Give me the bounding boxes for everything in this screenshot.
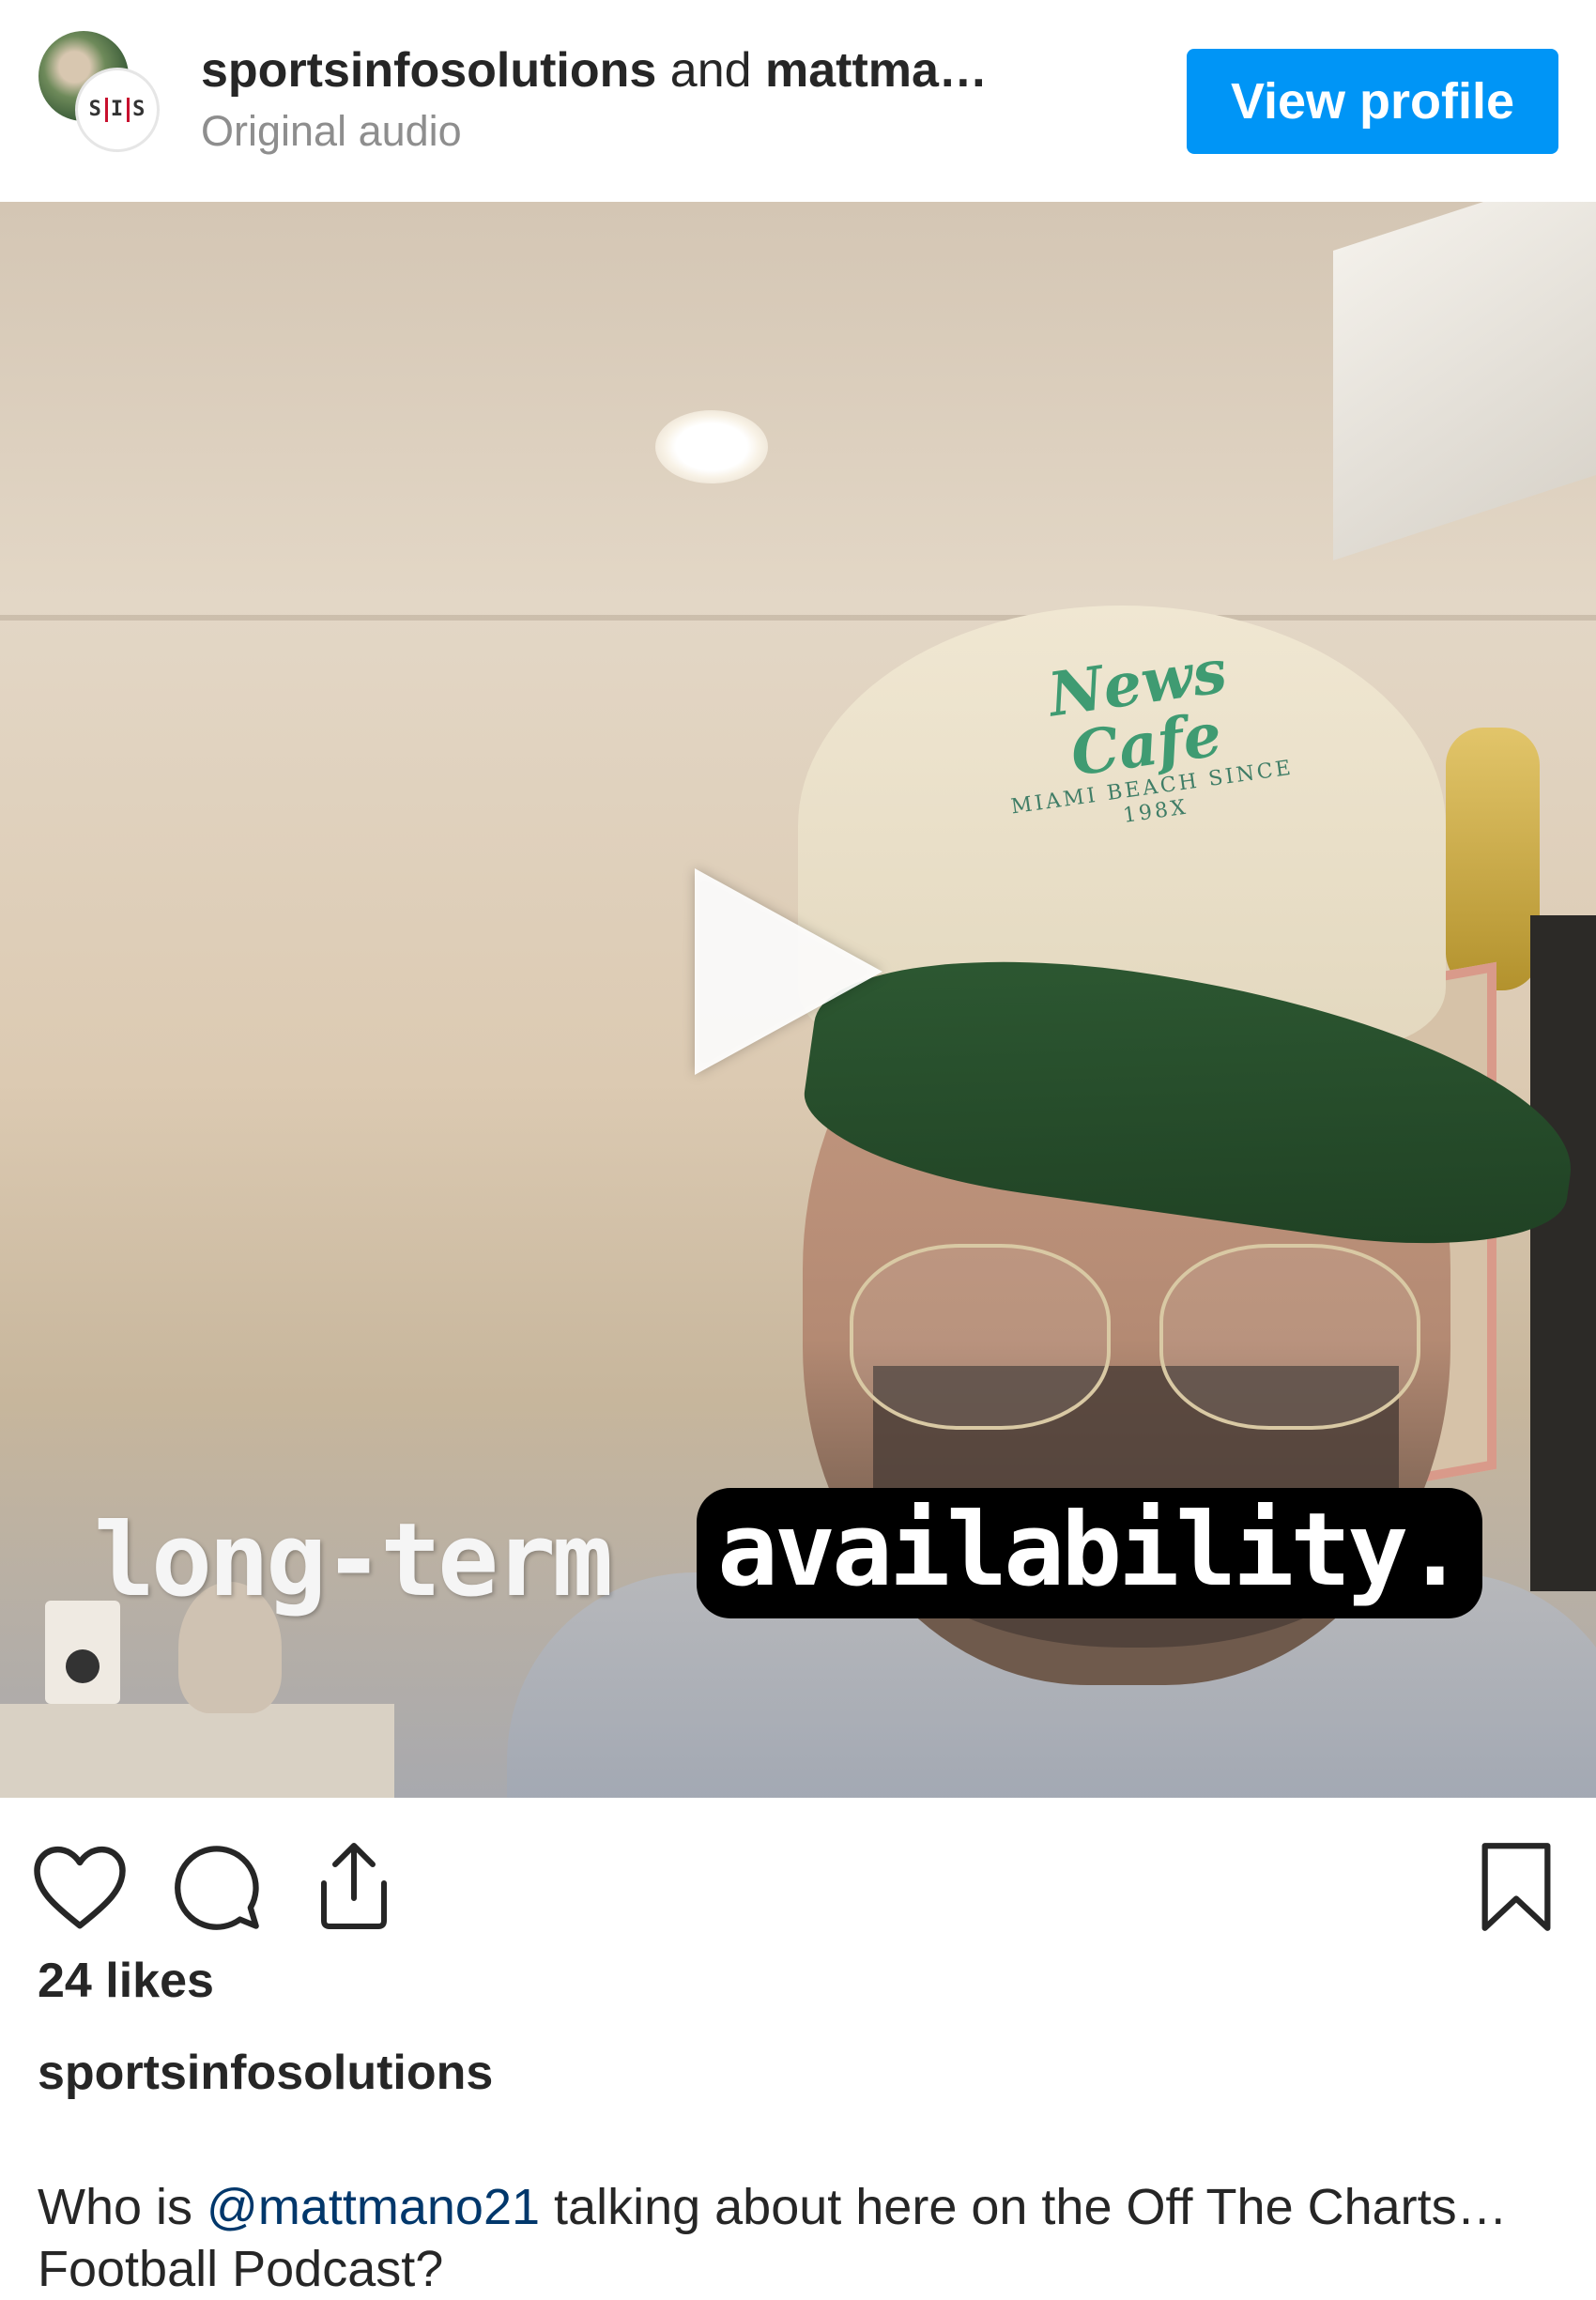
caption-username[interactable]: sportsinfosolutions (38, 2045, 493, 2101)
caption-suffix: talking about here on the Off The Charts… (540, 2179, 1508, 2235)
dark-frame (1530, 915, 1596, 1591)
action-bar (0, 1798, 1596, 1939)
audio-label[interactable]: Original audio (201, 105, 462, 158)
heart-icon[interactable] (28, 1835, 131, 1939)
bookmark-icon[interactable] (1465, 1835, 1568, 1939)
caption-mention-link[interactable]: @mattmano21 (207, 2179, 540, 2235)
glasses (850, 1244, 1450, 1450)
video-player[interactable]: News Cafe MIAMI BEACH SINCE 198X long-te… (0, 202, 1596, 1798)
lens-left (850, 1244, 1111, 1430)
author-secondary-link[interactable]: mattma… (765, 43, 988, 98)
post-caption: Who is @mattmano21 talking about here on… (38, 2176, 1558, 2300)
video-caption-highlight: availability. (697, 1488, 1483, 1618)
wall-toy (1446, 728, 1540, 990)
avatar-logo[interactable]: SIS (75, 68, 160, 152)
collab-avatars[interactable]: SIS (36, 28, 167, 160)
post-header: SIS sportsinfosolutions and mattma… Orig… (0, 0, 1596, 202)
caption-line2: Football Podcast? (38, 2241, 444, 2297)
shelf (0, 1704, 394, 1798)
ac-unit (1333, 202, 1596, 560)
post-authors: sportsinfosolutions and mattma… (201, 41, 1008, 100)
share-icon[interactable] (302, 1835, 406, 1939)
wall-edge (0, 615, 1596, 621)
view-profile-button[interactable]: View profile (1187, 49, 1558, 154)
likes-count[interactable]: 24 likes (38, 1953, 214, 2009)
author-primary-link[interactable]: sportsinfosolutions (201, 43, 656, 98)
lens-right (1159, 1244, 1420, 1430)
caption-prefix: Who is (38, 2179, 207, 2235)
ceiling-light (655, 410, 768, 483)
play-icon[interactable] (695, 868, 882, 1075)
authors-joiner: and (656, 43, 765, 98)
video-caption-plain: long-term (94, 1502, 613, 1619)
sis-logo: SIS (88, 98, 146, 122)
comment-icon[interactable] (165, 1835, 269, 1939)
